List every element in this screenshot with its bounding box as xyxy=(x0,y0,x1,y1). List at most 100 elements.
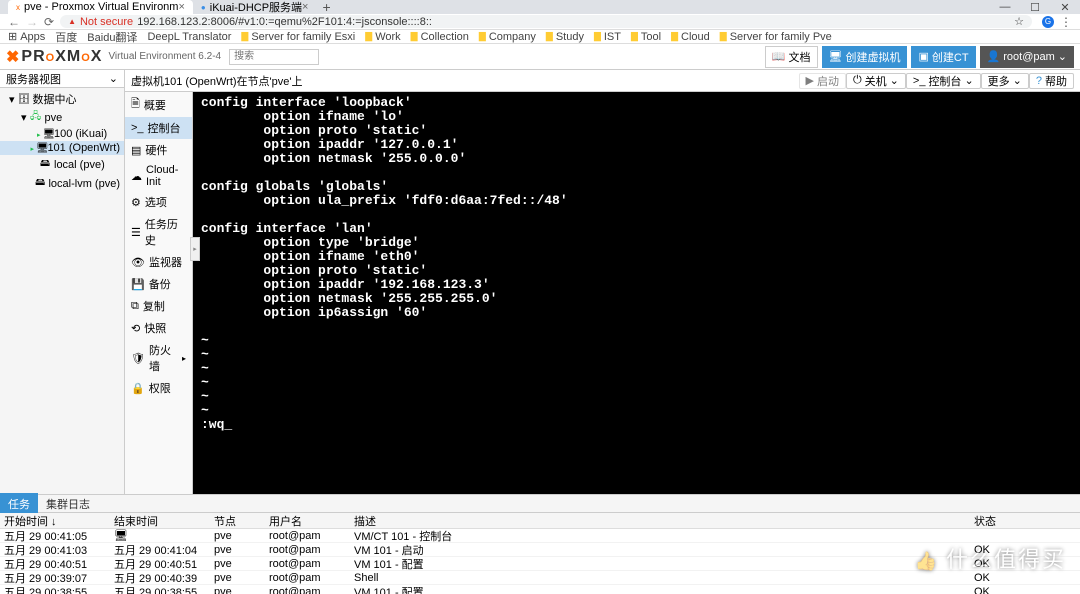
avatar[interactable]: G xyxy=(1042,16,1054,28)
menu-taskhistory[interactable]: ☰任务历史 xyxy=(125,213,192,251)
tab-tasks[interactable]: 任务 xyxy=(0,493,38,515)
tab-favicon: x xyxy=(16,3,20,12)
folder-icon: ▇ xyxy=(546,31,553,42)
tree-storage-locallvm[interactable]: 🖴local-lvm (pve) xyxy=(0,174,124,193)
menu-console[interactable]: >_控制台 xyxy=(125,117,192,139)
menu-summary[interactable]: 🗎概要 xyxy=(125,92,192,117)
bookmark-folder[interactable]: ▇Study xyxy=(546,31,584,43)
menu-icon[interactable]: ⋮ xyxy=(1060,15,1072,29)
menu-backup[interactable]: 💾备份 xyxy=(125,273,192,295)
maximize-button[interactable]: ☐ xyxy=(1020,1,1050,14)
bookmark-folder[interactable]: ▇Cloud xyxy=(671,31,710,43)
col-starttime[interactable]: 开始时间 ↓ xyxy=(0,513,110,529)
chevron-down-icon: ⌄ xyxy=(890,74,899,87)
chevron-down-icon: ⌄ xyxy=(1013,74,1022,87)
play-icon: ▶ xyxy=(806,74,814,87)
bookmark-folder[interactable]: ▇Tool xyxy=(631,31,661,43)
folder-icon: ▇ xyxy=(631,31,638,42)
chevron-down-icon: ⌄ xyxy=(1058,50,1067,63)
col-node[interactable]: 节点 xyxy=(210,513,265,529)
reload-button[interactable]: ⟳ xyxy=(44,15,54,29)
terminal-icon: >_ xyxy=(913,75,926,87)
tree-storage-local[interactable]: 🖴local (pve) xyxy=(0,155,124,174)
apps-icon: ⊞ xyxy=(8,30,17,43)
tree-header[interactable]: 服务器视图 ⌄ xyxy=(0,70,124,88)
col-desc[interactable]: 描述 xyxy=(350,513,970,529)
new-tab-button[interactable]: + xyxy=(316,0,336,14)
folder-icon: ▇ xyxy=(411,31,418,42)
window-controls: — ☐ ✕ xyxy=(990,1,1080,14)
more-button[interactable]: 更多 ⌄ xyxy=(981,73,1029,89)
proxmox-logo[interactable]: ✖ PROXMOX xyxy=(6,47,102,67)
search-input[interactable] xyxy=(229,49,319,65)
browser-tabs: x pve - Proxmox Virtual Environm × ● iKu… xyxy=(0,0,1080,14)
create-ct-button[interactable]: ▣创建CT xyxy=(911,46,975,68)
monitor-icon: 🖥 xyxy=(32,143,44,154)
forward-button[interactable]: → xyxy=(26,15,38,29)
menu-monitor[interactable]: 👁监视器 xyxy=(125,251,192,273)
close-icon[interactable]: × xyxy=(302,1,308,13)
star-icon[interactable]: ☆ xyxy=(1014,15,1024,28)
server-tree: 服务器视图 ⌄ ▾🗄数据中心 ▾🖧pve 🖥100 (iKuai) 🖥101 (… xyxy=(0,70,125,494)
node-icon: 🖧 xyxy=(30,109,42,126)
disk-icon: 🖴 xyxy=(39,156,51,173)
help-icon: ? xyxy=(1036,75,1042,87)
cube-icon: ▣ xyxy=(918,50,928,63)
back-button[interactable]: ← xyxy=(8,15,20,29)
user-button[interactable]: 👤root@pam ⌄ xyxy=(980,46,1074,68)
col-status[interactable]: 状态 xyxy=(970,513,1080,529)
menu-options[interactable]: ⚙选项 xyxy=(125,191,192,213)
help-button[interactable]: ?帮助 xyxy=(1029,73,1074,89)
apps-button[interactable]: ⊞Apps xyxy=(8,30,45,43)
url-bar[interactable]: ▲ Not secure 192.168.123.2:8006/#v1:0:=q… xyxy=(60,15,1032,28)
bookmark-folder[interactable]: ▇Server for family Pve xyxy=(720,31,832,43)
vm-side-menu: 🗎概要 >_控制台 ▤硬件 ☁Cloud-Init ⚙选项 ☰任务历史 👁监视器… xyxy=(125,92,193,494)
menu-permissions[interactable]: 🔒权限 xyxy=(125,377,192,399)
tab-title: iKuai-DHCP服务端 xyxy=(210,0,302,15)
save-icon: 💾 xyxy=(131,278,145,291)
bookmark-folder[interactable]: ▇Collection xyxy=(411,31,469,43)
menu-collapse-toggle[interactable]: ▸ xyxy=(190,237,200,261)
create-vm-button[interactable]: 🖥创建虚拟机 xyxy=(822,46,908,68)
bookmark-folder[interactable]: ▇Server for family Esxi xyxy=(241,31,355,43)
menu-firewall[interactable]: 🛡防火墙▸ xyxy=(125,339,192,377)
browser-toolbar: ← → ⟳ ▲ Not secure 192.168.123.2:8006/#v… xyxy=(0,14,1080,30)
bookmark-folder[interactable]: ▇Work xyxy=(365,31,400,43)
pve-header: ✖ PROXMOX Virtual Environment 6.2-4 📖文档 … xyxy=(0,44,1080,70)
menu-snapshot[interactable]: ⟲快照 xyxy=(125,317,192,339)
bookmark-item[interactable]: DeepL Translator xyxy=(147,31,231,43)
bookmark-item[interactable]: 百度 xyxy=(55,29,77,45)
tree-node-pve[interactable]: ▾🖧pve xyxy=(0,108,124,127)
tab-title: pve - Proxmox Virtual Environm xyxy=(24,1,178,13)
list-icon: ☰ xyxy=(131,226,141,239)
bookmark-folder[interactable]: ▇Company xyxy=(479,31,536,43)
browser-tab-2[interactable]: ● iKuai-DHCP服务端 × xyxy=(193,0,317,14)
menu-cloudinit[interactable]: ☁Cloud-Init xyxy=(125,161,192,191)
col-endtime[interactable]: 结束时间 xyxy=(110,513,210,529)
terminal-icon: >_ xyxy=(131,122,144,134)
docs-button[interactable]: 📖文档 xyxy=(765,46,818,68)
bookmark-item[interactable]: Baidu翻译 xyxy=(87,29,137,45)
chevron-down-icon: ⌄ xyxy=(964,74,973,87)
shutdown-button[interactable]: ⏻关机 ⌄ xyxy=(846,73,906,89)
menu-hardware[interactable]: ▤硬件 xyxy=(125,139,192,161)
monitor-icon: 🖥 xyxy=(829,50,843,63)
console-button[interactable]: >_控制台 ⌄ xyxy=(906,73,981,89)
minimize-button[interactable]: — xyxy=(990,1,1020,14)
disk-icon: 🖴 xyxy=(35,175,46,192)
bookmark-folder[interactable]: ▇IST xyxy=(594,31,621,43)
tree-vm-101[interactable]: 🖥101 (OpenWrt) xyxy=(0,141,124,155)
task-row[interactable]: 五月 29 00:38:55五月 29 00:38:55pveroot@pamV… xyxy=(0,585,1080,594)
menu-replication[interactable]: ⧉复制 xyxy=(125,295,192,317)
close-icon[interactable]: × xyxy=(178,1,184,13)
browser-tab-1[interactable]: x pve - Proxmox Virtual Environm × xyxy=(8,0,193,14)
tree-datacenter[interactable]: ▾🗄数据中心 xyxy=(0,90,124,108)
col-user[interactable]: 用户名 xyxy=(265,513,350,529)
vm-console[interactable]: config interface 'loopback' option ifnam… xyxy=(193,92,1080,494)
tab-clusterlog[interactable]: 集群日志 xyxy=(38,493,98,515)
history-icon: ⟲ xyxy=(131,322,140,335)
tree-vm-100[interactable]: 🖥100 (iKuai) xyxy=(0,127,124,141)
notsecure-label: Not secure xyxy=(80,16,133,28)
start-button[interactable]: ▶启动 xyxy=(799,73,846,89)
close-button[interactable]: ✕ xyxy=(1050,1,1080,14)
